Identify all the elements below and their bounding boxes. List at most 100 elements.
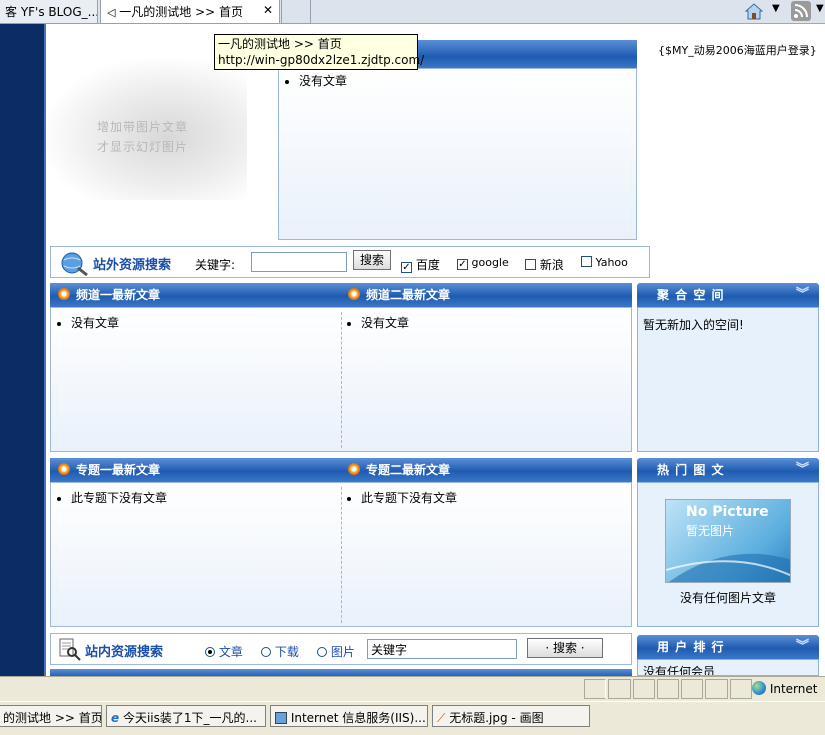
topics-panel: 此专题下没有文章 此专题下没有文章	[50, 482, 632, 627]
chevron-down-icon[interactable]: ︾	[796, 283, 809, 307]
list-item[interactable]: 此专题下没有文章	[361, 489, 457, 507]
engine-label: google	[471, 256, 509, 269]
sun-bullet-icon	[58, 288, 70, 300]
taskbar-item-browser[interactable]: 的测试地 >> 首页...	[0, 705, 102, 727]
channel-title-text: 频道一最新文章	[76, 288, 161, 302]
site-keyword-input[interactable]	[367, 639, 517, 659]
left-bar-edge	[44, 24, 46, 676]
tab-label: 客 YF's BLOG_...	[5, 5, 98, 19]
list-item[interactable]: 没有文章	[361, 314, 409, 332]
hot-images-panel: No Picture 暂无图片 没有任何图片文章	[637, 482, 819, 627]
radio-label: 图片	[330, 645, 355, 659]
latest-articles-panel: 没有文章	[278, 68, 637, 240]
hot-images-header: 热 门 图 文 ︾	[637, 458, 819, 482]
zone-label: Internet	[769, 682, 818, 696]
external-keyword-input[interactable]	[251, 252, 347, 272]
external-search-button[interactable]: 搜索	[353, 250, 392, 270]
close-icon[interactable]: ✕	[263, 3, 273, 17]
radio[interactable]	[205, 647, 215, 657]
back-tab-icon: ◁	[107, 6, 116, 19]
list-item[interactable]: 此专题下没有文章	[71, 489, 167, 507]
divider	[341, 487, 342, 623]
taskbar-item-paint[interactable]: ⟋ 无标题.jpg - 画图	[432, 705, 590, 727]
topic-title-text: 专题一最新文章	[76, 463, 161, 477]
rss-icon[interactable]	[790, 0, 812, 22]
paint-icon: ⟋	[437, 711, 446, 725]
tab-home[interactable]: ◁ 一凡的测试地 >> 首页 ✕	[100, 0, 280, 24]
checkbox[interactable]: ✓	[401, 262, 412, 273]
slideshow-placeholder: 增加带图片文章 才显示幻灯图片	[47, 60, 247, 200]
checkbox[interactable]	[525, 259, 536, 270]
iis-icon	[275, 712, 287, 724]
channels-panel: 没有文章 没有文章	[50, 307, 632, 452]
taskbar-item-ie[interactable]: e 今天iis装了1下_一凡的...	[106, 705, 266, 727]
space-title: 聚 合 空 间	[657, 288, 725, 302]
topic-1-title[interactable]: 专题一最新文章	[58, 458, 160, 482]
dropdown-arrow-icon[interactable]: ▼	[772, 3, 780, 14]
channel-1-title[interactable]: 频道一最新文章	[58, 283, 160, 307]
no-picture-image[interactable]: No Picture 暂无图片	[665, 499, 791, 583]
external-search-title: 站外资源搜索	[93, 258, 172, 273]
taskbar-label: 的测试地 >> 首页...	[3, 711, 102, 725]
engine-google[interactable]: ✓ google	[457, 256, 509, 270]
tooltip-url: http://win-gp80dx2lze1.zjdtp.com/	[218, 53, 425, 67]
checkbox[interactable]	[581, 256, 592, 267]
list-item[interactable]: 没有文章	[71, 314, 119, 332]
login-placeholder: {$MY_动易2006海蓝用户登录}	[658, 44, 817, 57]
site-search-title: 站内资源搜索	[85, 645, 164, 660]
user-rank-text: 没有任何会员	[643, 665, 716, 676]
nopic-en: No Picture	[686, 504, 769, 520]
hot-images-title: 热 门 图 文	[657, 463, 725, 477]
channel-2-title[interactable]: 频道二最新文章	[348, 283, 450, 307]
space-text: 暂无新加入的空间!	[643, 318, 744, 332]
site-search-button[interactable]: · 搜索 ·	[527, 638, 603, 658]
checkbox[interactable]: ✓	[457, 259, 468, 270]
taskbar-item-iis[interactable]: Internet 信息服务(IIS)...	[270, 705, 428, 727]
url-tooltip: 一凡的测试地 >> 首页 http://win-gp80dx2lze1.zjdt…	[214, 34, 425, 70]
search-type-image[interactable]: 图片	[317, 643, 355, 660]
ie-icon: e	[111, 711, 120, 725]
user-rank-panel: 没有任何会员	[637, 659, 819, 676]
internet-globe-icon	[752, 681, 766, 695]
tab-label: 一凡的测试地 >> 首页	[119, 5, 244, 19]
space-panel: 暂无新加入的空间!	[637, 307, 819, 452]
hot-images-text: 没有任何图片文章	[679, 591, 776, 605]
engine-baidu[interactable]: ✓ 百度	[401, 256, 440, 273]
radio[interactable]	[261, 647, 271, 657]
slideshow-text-1: 增加带图片文章	[97, 120, 189, 134]
tab-yf-blog[interactable]: 客 YF's BLOG_...	[0, 0, 98, 24]
search-type-article[interactable]: 文章	[205, 643, 243, 660]
engine-label: 百度	[415, 258, 440, 272]
topics-header: 专题一最新文章 专题二最新文章	[50, 458, 632, 482]
engine-yahoo[interactable]: Yahoo	[581, 256, 628, 269]
divider	[341, 312, 342, 448]
security-zone: Internet	[752, 681, 817, 696]
radio-label: 文章	[218, 645, 243, 659]
topic-2-title[interactable]: 专题二最新文章	[348, 458, 450, 482]
slideshow-text-2: 才显示幻灯图片	[97, 140, 189, 154]
taskbar-label: 无标题.jpg - 画图	[449, 711, 544, 725]
user-rank-title: 用 户 排 行	[657, 640, 725, 654]
chevron-down-icon[interactable]: ︾	[796, 458, 809, 482]
user-rank-header: 用 户 排 行 ︾	[637, 635, 819, 659]
taskbar-label: 今天iis装了1下_一凡的...	[122, 711, 257, 725]
taskbar: 的测试地 >> 首页... e 今天iis装了1下_一凡的... Interne…	[0, 701, 825, 735]
engine-sina[interactable]: 新浪	[525, 256, 564, 273]
radio[interactable]	[317, 647, 327, 657]
rss-dropdown-icon[interactable]: ▼	[816, 3, 824, 14]
external-search-bar: 站外资源搜索 关键字: 搜索 ✓ 百度 ✓ google 新浪 Yahoo	[50, 246, 650, 278]
taskbar-label: Internet 信息服务(IIS)...	[290, 711, 426, 725]
channel-title-text: 频道二最新文章	[366, 288, 451, 302]
search-type-download[interactable]: 下载	[261, 643, 299, 660]
home-icon[interactable]	[744, 1, 764, 21]
engine-label: Yahoo	[595, 256, 628, 269]
list-item[interactable]: 没有文章	[299, 72, 636, 90]
new-tab-button[interactable]	[281, 0, 311, 24]
browser-tab-strip: 客 YF's BLOG_... ◁ 一凡的测试地 >> 首页 ✕ ▼ ▼	[0, 0, 825, 24]
nopic-cn: 暂无图片	[686, 524, 735, 538]
chevron-down-icon[interactable]: ︾	[796, 635, 809, 659]
sun-bullet-icon	[348, 288, 360, 300]
channels-header: 频道一最新文章 频道二最新文章	[50, 283, 632, 307]
space-header: 聚 合 空 间 ︾	[637, 283, 819, 307]
radio-label: 下载	[274, 645, 299, 659]
